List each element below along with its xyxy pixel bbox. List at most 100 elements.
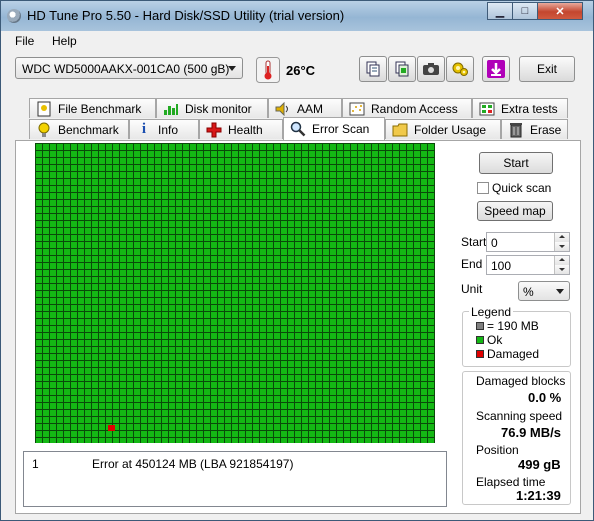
info-icon: i	[141, 121, 147, 137]
end-field[interactable]: 100	[486, 255, 570, 275]
tab-disk-monitor[interactable]: Disk monitor	[156, 98, 268, 118]
file-benchmark-icon	[36, 101, 52, 117]
tab-label: Erase	[530, 122, 562, 137]
tab-file-benchmark[interactable]: File Benchmark	[29, 98, 156, 118]
tab-aam[interactable]: AAM	[268, 98, 342, 118]
error-text: Error at 450124 MB (LBA 921854197)	[92, 457, 294, 471]
legend-ok-label: Ok	[487, 333, 503, 347]
app-window: HD Tune Pro 5.50 - Hard Disk/SSD Utility…	[0, 0, 594, 521]
tab-info[interactable]: i Info	[129, 119, 199, 139]
elapsed-time-label: Elapsed time	[476, 475, 546, 489]
speed-map-button[interactable]: Speed map	[477, 201, 553, 221]
damaged-block	[108, 425, 115, 431]
drive-select-value: WDC WD5000AAKX-001CA0 (500 gB)	[22, 62, 230, 76]
tab-extra-tests[interactable]: Extra tests	[472, 98, 568, 118]
start-field[interactable]: 0	[486, 232, 570, 252]
copy-text-icon	[366, 61, 380, 77]
legend-ok-swatch	[476, 336, 484, 344]
tab-label: Health	[228, 122, 263, 137]
start-field-label: Start	[461, 235, 487, 249]
tab-benchmark[interactable]: Benchmark	[29, 119, 129, 139]
end-field-value: 100	[491, 259, 512, 273]
tab-label: Disk monitor	[185, 101, 252, 116]
folder-icon	[392, 122, 408, 138]
copy-info-button[interactable]	[388, 56, 416, 82]
menu-help[interactable]: Help	[52, 34, 77, 48]
unit-label: Unit	[461, 282, 483, 296]
tab-folder-usage[interactable]: Folder Usage	[385, 119, 501, 139]
options-icon	[452, 62, 468, 76]
spin-up-icon[interactable]	[554, 256, 569, 265]
random-access-icon	[349, 101, 365, 117]
speaker-icon	[275, 101, 291, 117]
options-button[interactable]	[446, 56, 474, 82]
chevron-down-icon	[228, 66, 236, 71]
tab-label: Info	[158, 122, 179, 137]
scan-block-cells	[35, 143, 435, 443]
app-disk-icon	[7, 9, 21, 23]
damaged-blocks-value: 0.0 %	[528, 390, 562, 405]
legend-box: Legend = 190 MB Ok Damaged	[462, 305, 571, 367]
error-index: 1	[32, 457, 39, 471]
tab-random-access[interactable]: Random Access	[342, 98, 472, 118]
position-label: Position	[476, 443, 519, 457]
download-icon	[487, 60, 505, 78]
chevron-down-icon	[556, 289, 564, 294]
screenshot-icon	[423, 63, 439, 75]
toolbar: WDC WD5000AAKX-001CA0 (500 gB) 26°C Exit	[1, 51, 593, 91]
scan-block-map	[35, 143, 435, 443]
legend-damaged-swatch	[476, 350, 484, 358]
damaged-blocks-label: Damaged blocks	[476, 374, 566, 388]
scan-stats-box: Damaged blocks 0.0 % Scanning speed 76.9…	[462, 371, 571, 505]
maximize-icon[interactable]: □	[512, 2, 538, 20]
tab-erase[interactable]: Erase	[501, 119, 568, 139]
magnifier-icon	[290, 121, 306, 137]
spin-down-icon[interactable]	[554, 242, 569, 251]
disk-monitor-icon	[163, 101, 179, 117]
tab-label: Error Scan	[312, 122, 370, 136]
unit-select[interactable]: %	[518, 281, 570, 301]
title-bar[interactable]: HD Tune Pro 5.50 - Hard Disk/SSD Utility…	[1, 1, 593, 32]
trash-icon	[508, 122, 524, 138]
elapsed-time-value: 1:21:39	[516, 488, 561, 503]
tab-label: Benchmark	[58, 122, 119, 137]
quick-scan-checkbox[interactable]	[477, 182, 489, 194]
thermometer-icon	[256, 57, 280, 83]
scanning-speed-value: 76.9 MB/s	[501, 425, 561, 440]
tab-label: Random Access	[371, 101, 458, 116]
legend-title: Legend	[469, 305, 514, 319]
legend-block-swatch	[476, 322, 484, 330]
health-cross-icon	[206, 122, 222, 138]
download-button[interactable]	[482, 56, 510, 82]
start-scan-button[interactable]: Start	[479, 152, 553, 174]
scanning-speed-label: Scanning speed	[476, 409, 563, 423]
minimize-icon[interactable]: ▁	[487, 2, 513, 20]
tab-label: Folder Usage	[414, 122, 487, 137]
screenshot-button[interactable]	[417, 56, 445, 82]
legend-block-size: = 190 MB	[487, 319, 539, 333]
spin-up-icon[interactable]	[554, 233, 569, 242]
copy-text-button[interactable]	[359, 56, 387, 82]
temperature-value: 26°C	[286, 63, 316, 78]
tab-label: File Benchmark	[58, 101, 142, 116]
tab-label: Extra tests	[501, 101, 558, 116]
unit-select-value: %	[523, 285, 534, 299]
tab-error-scan[interactable]: Error Scan	[283, 117, 385, 140]
extra-tests-icon	[479, 101, 495, 117]
start-field-value: 0	[491, 236, 498, 250]
close-icon[interactable]: ✕	[537, 2, 583, 20]
legend-damaged-label: Damaged	[487, 347, 540, 361]
position-value: 499 gB	[518, 457, 561, 472]
menu-bar: File Help	[1, 31, 593, 51]
lightbulb-icon	[36, 122, 52, 138]
quick-scan-label: Quick scan	[492, 181, 552, 195]
tab-health[interactable]: Health	[199, 119, 283, 139]
menu-file[interactable]: File	[15, 34, 34, 48]
copy-info-icon	[395, 61, 409, 77]
error-list[interactable]: 1 Error at 450124 MB (LBA 921854197)	[23, 451, 447, 507]
tab-label: AAM	[297, 101, 324, 116]
window-title: HD Tune Pro 5.50 - Hard Disk/SSD Utility…	[27, 8, 345, 23]
exit-button[interactable]: Exit	[519, 56, 575, 82]
spin-down-icon[interactable]	[554, 265, 569, 274]
drive-select[interactable]: WDC WD5000AAKX-001CA0 (500 gB)	[15, 57, 243, 79]
